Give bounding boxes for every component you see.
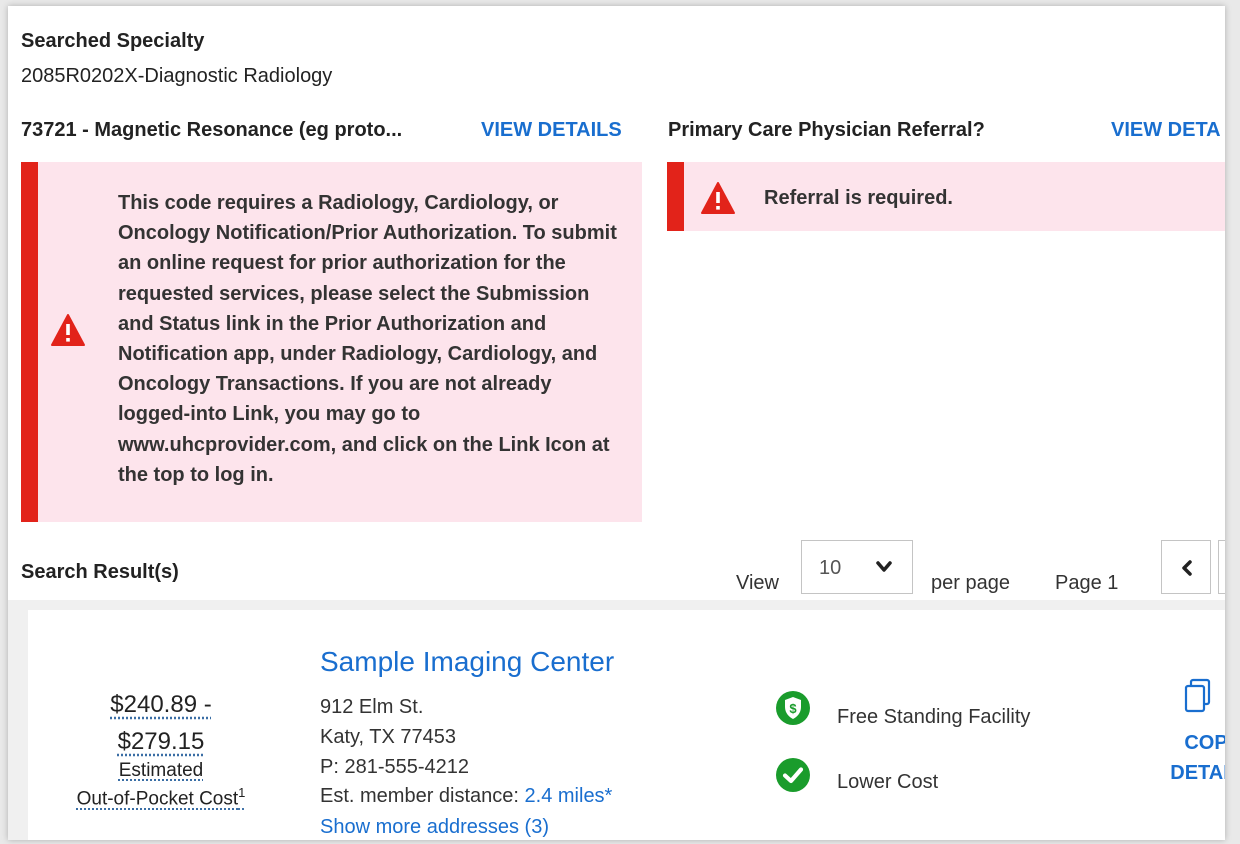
provider-address-line2: Katy, TX 77453 bbox=[320, 726, 457, 748]
distance-label: Est. member distance: bbox=[320, 785, 519, 807]
warning-triangle-icon bbox=[701, 182, 735, 214]
prior-authorization-alert-text: This code requires a Radiology, Cardiolo… bbox=[118, 192, 617, 486]
provider-address-line1: 912 Elm St. bbox=[320, 696, 424, 718]
referral-alert-text: Referral is required. bbox=[764, 187, 953, 209]
distance-link[interactable]: 2.4 miles* bbox=[525, 785, 613, 807]
view-label: View bbox=[736, 572, 779, 594]
referral-alert: Referral is required. bbox=[667, 162, 1225, 231]
search-results-label: Search Result(s) bbox=[21, 561, 179, 583]
procedure-title: 73721 - Magnetic Resonance (eg proto... bbox=[21, 119, 403, 141]
show-more-addresses-link[interactable]: Show more addresses (3) bbox=[320, 816, 549, 839]
per-page-label: per page bbox=[931, 572, 1010, 594]
procedure-view-details-link[interactable]: VIEW DETAILS bbox=[481, 119, 622, 142]
warning-triangle-icon bbox=[51, 314, 85, 346]
chevron-left-icon bbox=[1182, 560, 1192, 576]
previous-page-button[interactable] bbox=[1161, 540, 1211, 594]
free-standing-facility-badge: Free Standing Facility bbox=[837, 706, 1031, 728]
next-page-button[interactable] bbox=[1218, 540, 1225, 594]
referral-view-details-link[interactable]: VIEW DETA bbox=[1111, 119, 1221, 142]
provider-distance: Est. member distance: 2.4 miles* bbox=[320, 785, 612, 808]
alert-accent-bar bbox=[667, 162, 684, 231]
page-indicator: Page 1 bbox=[1055, 572, 1119, 594]
copy-line2: DETAIL bbox=[1170, 762, 1225, 784]
referral-title: Primary Care Physician Referral? bbox=[668, 119, 985, 141]
cost-label-text: Out-of-Pocket Cost bbox=[76, 788, 239, 810]
per-page-select[interactable]: 10 bbox=[801, 540, 913, 594]
svg-text:$: $ bbox=[789, 701, 797, 716]
chevron-down-icon bbox=[876, 561, 892, 572]
per-page-value: 10 bbox=[819, 557, 842, 579]
searched-specialty-value: 2085R0202X-Diagnostic Radiology bbox=[21, 65, 333, 87]
provider-name-link[interactable]: Sample Imaging Center bbox=[320, 646, 614, 678]
checkmark-circle-icon bbox=[776, 758, 810, 792]
cost-range-low: $240.89 - bbox=[110, 691, 212, 718]
provider-phone: P: 281-555-4212 bbox=[320, 756, 470, 778]
cost-label-line2: Out-of-Pocket Cost1 bbox=[46, 782, 276, 810]
cost-range-high: $279.15 bbox=[117, 728, 205, 755]
cost-footnote: 1 bbox=[238, 785, 246, 800]
searched-specialty-label: Searched Specialty bbox=[21, 30, 205, 52]
copy-icon[interactable] bbox=[1183, 678, 1213, 714]
copy-line1: COPY bbox=[1184, 732, 1225, 754]
lower-cost-badge: Lower Cost bbox=[837, 771, 939, 793]
dollar-shield-icon: $ bbox=[776, 691, 810, 725]
main-panel: Searched Specialty 2085R0202X-Diagnostic… bbox=[8, 6, 1225, 840]
estimated-cost[interactable]: $240.89 - $279.15 Estimated Out-of-Pocke… bbox=[46, 686, 276, 810]
copy-details-button[interactable]: COPY DETAIL bbox=[1151, 728, 1225, 788]
alert-accent-bar bbox=[21, 162, 38, 522]
prior-authorization-alert: This code requires a Radiology, Cardiolo… bbox=[21, 162, 642, 522]
cost-label-line1: Estimated bbox=[118, 760, 204, 781]
